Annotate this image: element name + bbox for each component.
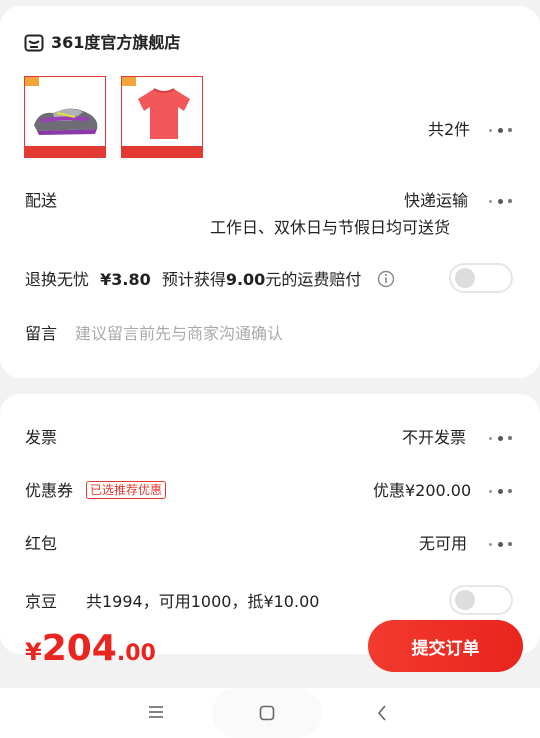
red-packet-label: 红包: [25, 534, 58, 553]
jingdou-toggle[interactable]: [449, 585, 513, 615]
system-navigation-bar: [0, 688, 540, 738]
more-icon[interactable]: [489, 428, 515, 448]
coupon-value[interactable]: 优惠¥200.00: [373, 481, 471, 501]
jingdou-label: 京豆: [25, 592, 58, 611]
coupon-label: 优惠券: [25, 481, 74, 500]
return-insurance-row: 退换无忧 ¥3.80 预计获得9.00元的运费赔付: [25, 270, 361, 290]
info-icon[interactable]: [377, 270, 395, 288]
delivery-note: 工作日、双休日与节假日均可送货: [210, 218, 451, 237]
more-icon[interactable]: [489, 191, 515, 211]
more-icon[interactable]: [489, 120, 515, 140]
store-icon: [24, 34, 44, 52]
return-insurance-label: 退换无忧: [25, 270, 90, 289]
red-packet-value[interactable]: 无可用: [419, 534, 467, 554]
delivery-label: 配送: [25, 191, 58, 210]
more-icon[interactable]: [489, 481, 515, 501]
submit-order-button[interactable]: 提交订单: [368, 620, 523, 672]
product-thumbnail-tshirt[interactable]: [121, 76, 203, 158]
product-thumbnail-shoe[interactable]: [24, 76, 106, 158]
total-currency: ¥: [25, 638, 42, 666]
official-tag: [25, 77, 39, 86]
home-icon[interactable]: [259, 705, 275, 721]
message-label: 留言: [25, 324, 58, 343]
invoice-value[interactable]: 不开发票: [402, 428, 466, 448]
toggle-knob: [455, 268, 475, 288]
delivery-method[interactable]: 快递运输: [404, 191, 468, 211]
jingdou-detail: 共1994，可用1000，抵¥10.00: [86, 592, 320, 611]
return-insurance-toggle[interactable]: [449, 263, 513, 293]
store-name[interactable]: 361度官方旗舰店: [51, 33, 180, 53]
total-price: ¥204.00: [25, 628, 156, 669]
promo-banner: [25, 146, 105, 157]
return-insurance-desc-prefix: 预计获得: [161, 270, 226, 289]
message-input[interactable]: 建议留言前先与商家沟通确认: [75, 324, 283, 344]
return-insurance-price: ¥3.80: [100, 270, 151, 289]
shoe-product-image: [34, 108, 98, 135]
promo-banner: [122, 146, 202, 157]
tshirt-product-image: [138, 88, 190, 139]
back-icon[interactable]: [376, 705, 388, 721]
product-count[interactable]: 共2件: [428, 120, 470, 140]
order-card: 361度官方旗舰店 共2件 配送 快递运输 工作日、双休日与节假日均可送货 退换…: [0, 6, 540, 378]
total-decimal: .00: [116, 641, 156, 666]
invoice-label: 发票: [25, 428, 58, 447]
return-insurance-amount: 9.00: [225, 270, 266, 289]
menu-icon[interactable]: [148, 705, 164, 719]
payment-options-card: 发票 不开发票 优惠券 已选推荐优惠 优惠¥200.00 红包 无可用 京豆 共…: [0, 394, 540, 654]
more-icon[interactable]: [489, 534, 515, 554]
coupon-recommended-badge: 已选推荐优惠: [86, 481, 167, 499]
toggle-knob: [455, 590, 475, 610]
total-integer: 204: [41, 628, 117, 669]
official-tag: [122, 77, 136, 86]
return-insurance-desc-suffix: 元的运费赔付: [265, 270, 362, 289]
